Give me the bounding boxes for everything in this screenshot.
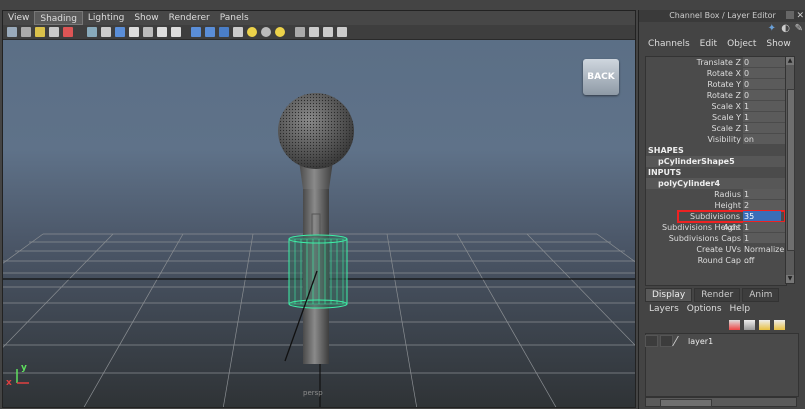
channel-row[interactable]: Subdivisions Caps 1 xyxy=(646,233,786,244)
menu-show-cb[interactable]: Show xyxy=(766,36,790,52)
float-panel-icon[interactable] xyxy=(786,11,794,19)
panel-icon-row: ✦ ◐ ✎ xyxy=(639,22,805,36)
menu-options[interactable]: Options xyxy=(687,304,722,314)
isolate-select-icon[interactable] xyxy=(295,27,305,37)
new-layer-selected-icon[interactable] xyxy=(744,320,755,330)
two-d-pan-icon[interactable] xyxy=(63,27,73,37)
layer-tabs: Display Render Anim xyxy=(645,288,780,302)
channel-row[interactable]: Scale Y1 xyxy=(646,112,786,123)
new-layer-icon[interactable] xyxy=(729,320,740,330)
menu-object[interactable]: Object xyxy=(727,36,756,52)
field-chart-icon[interactable] xyxy=(143,27,153,37)
layer-color-icon[interactable] xyxy=(672,336,689,346)
textured-icon[interactable] xyxy=(233,27,243,37)
camera-label: persp xyxy=(303,389,323,397)
channel-row[interactable]: Scale Z1 xyxy=(646,123,786,134)
scroll-down-icon[interactable]: ▼ xyxy=(786,275,794,283)
menu-panels[interactable]: Panels xyxy=(215,11,254,25)
manipulator-icon[interactable]: ✦ xyxy=(768,23,776,34)
channel-list-scrollbar[interactable]: ▲ ▼ xyxy=(785,56,795,284)
move-down-icon[interactable] xyxy=(774,320,785,330)
channel-row[interactable]: Visibility on xyxy=(646,134,786,145)
close-panel-icon[interactable]: ✕ xyxy=(796,10,804,22)
ambient-occlusion-icon[interactable] xyxy=(275,27,285,37)
tab-render[interactable]: Render xyxy=(694,288,741,302)
viewport-toolbar xyxy=(3,25,635,40)
move-up-icon[interactable] xyxy=(759,320,770,330)
viewcube-back-button[interactable]: BACK xyxy=(583,59,619,95)
menu-lighting[interactable]: Lighting xyxy=(83,11,129,25)
scrollbar-thumb[interactable] xyxy=(787,89,795,251)
channel-row[interactable]: Round Cap off xyxy=(646,255,786,266)
channel-row[interactable]: Rotate Y0 xyxy=(646,79,786,90)
wireframe-on-shaded-icon[interactable] xyxy=(219,27,229,37)
gate-mask-icon[interactable] xyxy=(129,27,139,37)
use-all-lights-icon[interactable] xyxy=(247,27,257,37)
wireframe-icon[interactable] xyxy=(191,27,201,37)
safe-action-icon[interactable] xyxy=(157,27,167,37)
scene-3d[interactable] xyxy=(3,39,636,408)
menu-view[interactable]: View xyxy=(3,11,34,25)
camera-select-icon[interactable] xyxy=(7,27,17,37)
pin-icon[interactable]: ✎ xyxy=(795,23,803,34)
viewport-menu-bar: View Shading Lighting Show Renderer Pane… xyxy=(3,11,635,25)
axis-indicator: y x xyxy=(6,363,35,392)
camera-attr-icon[interactable] xyxy=(21,27,31,37)
channel-row[interactable]: Scale X1 xyxy=(646,101,786,112)
axis-x-label: x xyxy=(6,378,12,388)
channel-row[interactable]: Translate Z0 xyxy=(646,57,786,68)
menu-shading[interactable]: Shading xyxy=(34,11,83,25)
safe-title-icon[interactable] xyxy=(171,27,181,37)
panel-title-bar: Channel Box / Layer Editor ✕ xyxy=(639,10,805,22)
layer-hscrollbar[interactable] xyxy=(645,397,797,407)
channel-row[interactable]: Rotate X0 xyxy=(646,68,786,79)
channel-row[interactable]: Subdivisions Height 1 xyxy=(646,222,786,233)
menu-show[interactable]: Show xyxy=(129,11,163,25)
tab-display[interactable]: Display xyxy=(645,288,693,302)
visibility-toggle[interactable] xyxy=(645,335,658,347)
shapes-header: SHAPES xyxy=(646,145,786,156)
channel-box-menu: Channels Edit Object Show xyxy=(639,36,805,52)
panel-title: Channel Box / Layer Editor xyxy=(669,11,776,20)
selected-cylinder xyxy=(288,234,348,309)
shadows-icon[interactable] xyxy=(261,27,271,37)
channel-row[interactable]: Create UVs Normalize ... xyxy=(646,244,786,265)
channel-row[interactable]: Radius 1 xyxy=(646,189,786,200)
subdivisions-axis-row[interactable]: Subdivisions Axis 35 xyxy=(677,210,786,232)
layer-row[interactable]: layer1 xyxy=(645,335,795,347)
menu-renderer[interactable]: Renderer xyxy=(164,11,215,25)
resolution-gate-icon[interactable] xyxy=(115,27,125,37)
layer-name[interactable]: layer1 xyxy=(688,337,713,346)
menu-edit[interactable]: Edit xyxy=(700,36,717,52)
grid-icon[interactable] xyxy=(87,27,97,37)
subdivisions-axis-input[interactable]: 35 xyxy=(743,211,781,221)
channel-box-panel: Channel Box / Layer Editor ✕ ✦ ◐ ✎ Chann… xyxy=(638,10,805,409)
input-node[interactable]: polyCylinder4 xyxy=(646,178,786,189)
axis-y-label: y xyxy=(21,363,27,373)
film-gate-icon[interactable] xyxy=(101,27,111,37)
menu-channels[interactable]: Channels xyxy=(648,36,690,52)
bookmark-icon[interactable] xyxy=(35,27,45,37)
viewport-panel[interactable]: View Shading Lighting Show Renderer Pane… xyxy=(2,10,636,408)
inputs-header: INPUTS xyxy=(646,167,786,178)
channel-row[interactable]: Height 2 xyxy=(646,200,786,211)
channel-row[interactable]: Rotate Z0 xyxy=(646,90,786,101)
shape-node[interactable]: pCylinderShape5 xyxy=(646,156,786,167)
speed-icon[interactable]: ◐ xyxy=(781,23,790,34)
channel-list: Translate Z0 Rotate X0 Rotate Y0 Rotate … xyxy=(645,56,787,286)
hardware-renderer-icon[interactable] xyxy=(337,27,347,37)
smooth-shade-icon[interactable] xyxy=(205,27,215,37)
menu-help[interactable]: Help xyxy=(730,304,751,314)
tab-anim[interactable]: Anim xyxy=(742,288,780,302)
menu-layers[interactable]: Layers xyxy=(649,304,679,314)
layer-menu: Layers Options Help xyxy=(649,304,750,314)
layer-tool-icons xyxy=(729,320,785,330)
scroll-up-icon[interactable]: ▲ xyxy=(786,57,794,65)
hscrollbar-thumb[interactable] xyxy=(660,399,712,407)
xray-icon[interactable] xyxy=(309,27,319,37)
xray-joints-icon[interactable] xyxy=(323,27,333,37)
image-plane-icon[interactable] xyxy=(49,27,59,37)
